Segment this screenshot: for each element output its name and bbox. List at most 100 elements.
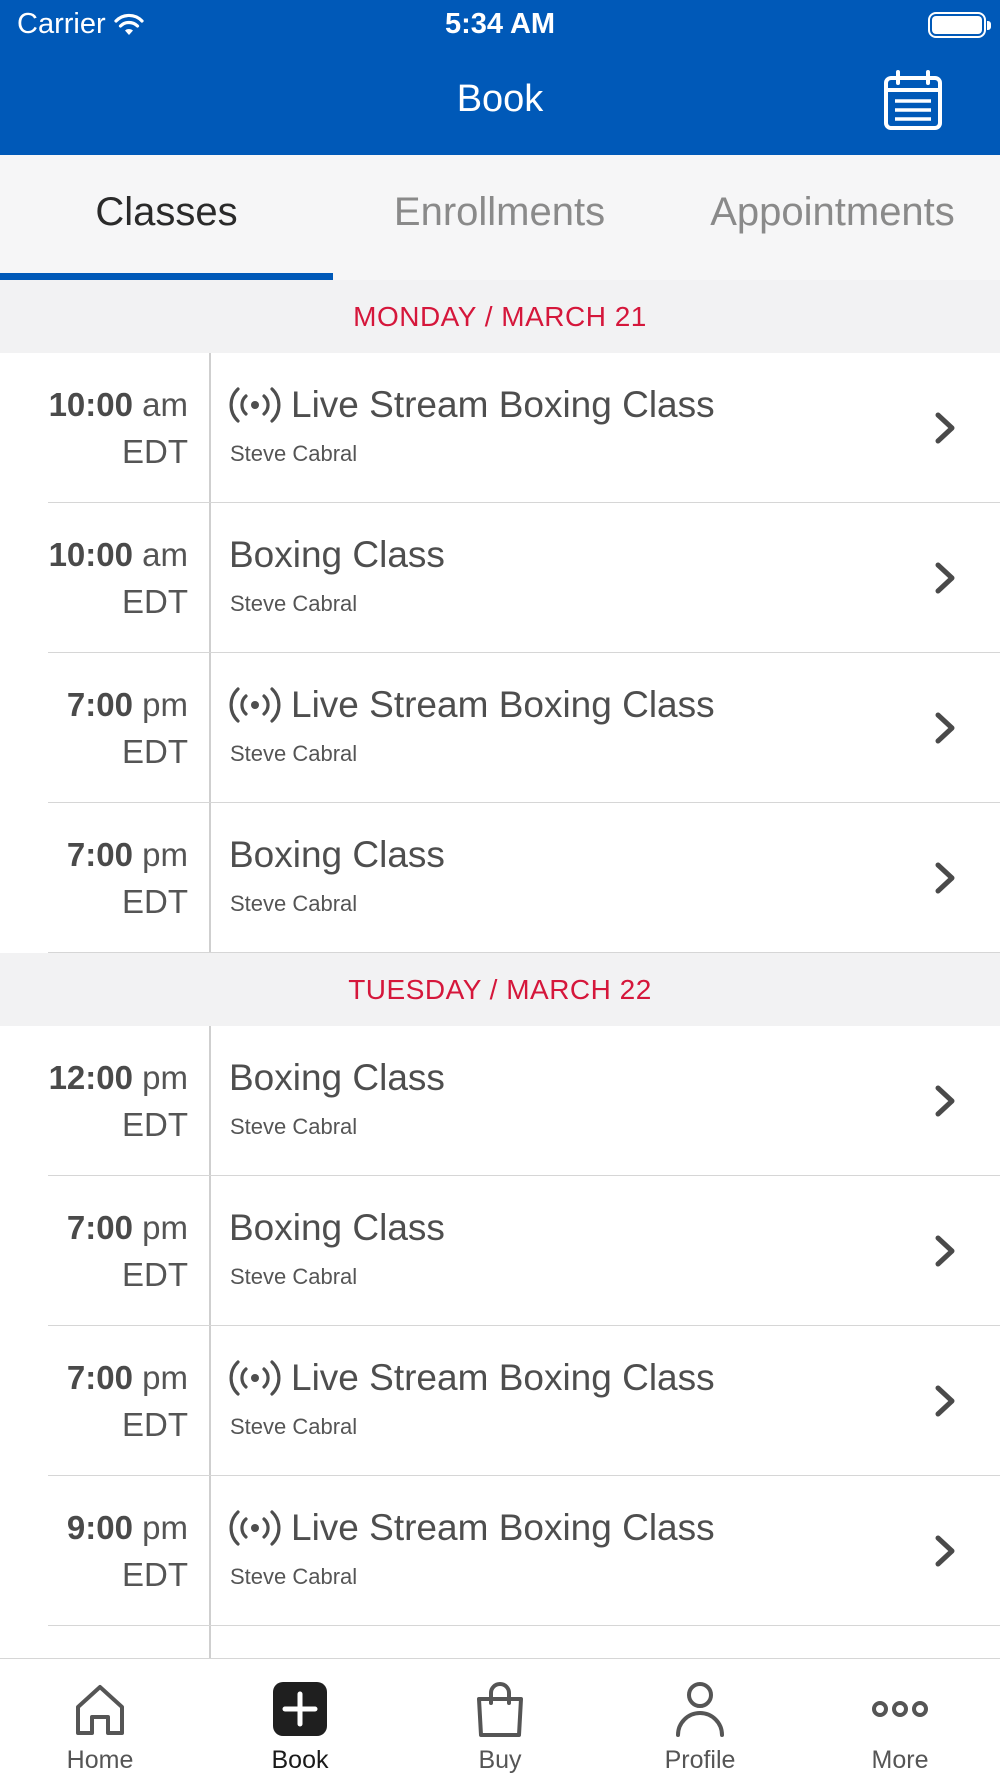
class-row[interactable]: 7:00 pm EDT Boxing Class Steve Cabral bbox=[0, 803, 1000, 953]
class-timezone: EDT bbox=[122, 1406, 188, 1443]
class-instructor: Steve Cabral bbox=[230, 591, 358, 616]
row-vertical-divider bbox=[209, 1026, 211, 1176]
class-row[interactable]: 9:00 pm EDT Live Stream Boxing Class Steve … bbox=[0, 1476, 1000, 1626]
live-stream-icon bbox=[229, 385, 281, 425]
tabbar-more-label: More bbox=[871, 1746, 929, 1774]
class-row[interactable]: 7:00 pm EDT Boxing Class Steve Cabral bbox=[0, 1176, 1000, 1326]
day-header: MONDAY / MARCH 21 bbox=[0, 280, 1000, 353]
status-clock: 5:34 AM bbox=[444, 8, 556, 40]
class-title: Boxing Class bbox=[229, 834, 445, 875]
tabbar-book-label: Book bbox=[271, 1746, 329, 1774]
class-title: Live Stream Boxing Class bbox=[291, 1357, 715, 1398]
chevron-right-icon bbox=[932, 561, 958, 595]
home-icon bbox=[76, 1685, 124, 1735]
live-stream-icon bbox=[229, 685, 281, 725]
day-header: TUESDAY / MARCH 22 bbox=[0, 953, 1000, 1026]
status-bar: Carrier 5:34 AM bbox=[0, 0, 1000, 50]
tabbar-home-label: Home bbox=[66, 1746, 134, 1774]
class-time-ampm: pm bbox=[142, 1359, 188, 1396]
chevron-right-icon bbox=[932, 861, 958, 895]
class-time-ampm: pm bbox=[142, 1209, 188, 1246]
bottom-tab-bar: Home Book Buy Profile More bbox=[0, 1658, 1000, 1778]
class-timezone: EDT bbox=[122, 1106, 188, 1143]
app-header: Carrier 5:34 AM Book bbox=[0, 0, 1000, 155]
chevron-right-icon bbox=[932, 1384, 958, 1418]
row-vertical-divider bbox=[209, 653, 211, 803]
segment-tabs: Classes Enrollments Appointments bbox=[0, 155, 1000, 280]
class-row[interactable]: 7:00 pm EDT Live Stream Boxing Class Steve … bbox=[0, 653, 1000, 803]
class-time: 7:00 pm bbox=[67, 1209, 188, 1247]
class-timezone: EDT bbox=[122, 433, 188, 470]
class-title: Live Stream Boxing Class bbox=[291, 1507, 715, 1548]
class-timezone: EDT bbox=[122, 1256, 188, 1293]
class-title: Live Stream Boxing Class bbox=[291, 684, 715, 725]
chevron-right-icon bbox=[932, 1234, 958, 1268]
class-title: Boxing Class bbox=[229, 1207, 445, 1248]
class-row[interactable]: 7:00 pm EDT Live Stream Boxing Class Steve … bbox=[0, 1326, 1000, 1476]
tabbar-buy-label: Buy bbox=[478, 1746, 522, 1774]
class-instructor: Steve Cabral bbox=[230, 1414, 358, 1439]
class-instructor: Steve Cabral bbox=[230, 1564, 358, 1589]
class-time-value: 12:00 bbox=[48, 1059, 133, 1096]
class-instructor: Steve Cabral bbox=[230, 1264, 358, 1289]
class-time-value: 7:00 bbox=[66, 1209, 133, 1246]
class-row[interactable]: 12:00 pm EDT Boxing Class Steve Cabral bbox=[0, 1026, 1000, 1176]
class-row[interactable]: 10:00 am EDT Boxing Class Steve Cabral bbox=[0, 503, 1000, 653]
calendar-list-icon[interactable] bbox=[883, 70, 943, 132]
chevron-right-icon bbox=[932, 1084, 958, 1118]
class-time-ampm: pm bbox=[142, 1059, 188, 1096]
tab-enrollments[interactable]: Enrollments bbox=[333, 155, 666, 280]
row-vertical-divider bbox=[209, 503, 211, 653]
chevron-right-icon bbox=[932, 1534, 958, 1568]
class-row[interactable]: 10:00 am EDT Live Stream Boxing Class Steve… bbox=[0, 353, 1000, 503]
class-timezone: EDT bbox=[122, 1556, 188, 1593]
class-time-value: 10:00 bbox=[48, 386, 133, 423]
class-title-wrap: Live Stream Boxing Class bbox=[229, 384, 715, 426]
tabbar-book[interactable]: Book bbox=[200, 1659, 400, 1778]
class-time-ampm: am bbox=[142, 536, 188, 573]
tab-classes[interactable]: Classes bbox=[0, 155, 333, 280]
row-vertical-divider bbox=[209, 1326, 211, 1476]
class-title: Live Stream Boxing Class bbox=[291, 384, 715, 425]
class-time: 7:00 pm bbox=[67, 1359, 188, 1397]
profile-icon bbox=[676, 1682, 724, 1737]
tabbar-home[interactable]: Home bbox=[0, 1659, 200, 1778]
more-icon bbox=[872, 1701, 928, 1717]
class-time-value: 10:00 bbox=[48, 536, 133, 573]
tabbar-buy[interactable]: Buy bbox=[400, 1659, 600, 1778]
class-timezone: EDT bbox=[122, 733, 188, 770]
tabbar-more[interactable]: More bbox=[800, 1659, 1000, 1778]
class-title-wrap: Boxing Class bbox=[229, 534, 445, 576]
class-title-wrap: Live Stream Boxing Class bbox=[229, 1357, 715, 1399]
class-title-wrap: Live Stream Boxing Class bbox=[229, 684, 715, 726]
class-timezone: EDT bbox=[122, 583, 188, 620]
class-time-ampm: pm bbox=[142, 686, 188, 723]
active-tab-indicator bbox=[0, 273, 333, 280]
class-time-value: 7:00 bbox=[66, 836, 133, 873]
tabbar-profile[interactable]: Profile bbox=[600, 1659, 800, 1778]
class-time-ampm: pm bbox=[142, 836, 188, 873]
live-stream-icon bbox=[229, 1358, 281, 1398]
class-title: Boxing Class bbox=[229, 1057, 445, 1098]
class-instructor: Steve Cabral bbox=[230, 891, 358, 916]
row-vertical-divider bbox=[209, 1176, 211, 1326]
class-time-ampm: pm bbox=[142, 1509, 188, 1546]
battery-icon bbox=[928, 12, 991, 38]
class-title-wrap: Boxing Class bbox=[229, 834, 445, 876]
class-time: 10:00 am bbox=[49, 386, 188, 424]
class-instructor: Steve Cabral bbox=[230, 741, 358, 766]
row-vertical-divider bbox=[209, 803, 211, 953]
class-title-wrap: Boxing Class bbox=[229, 1207, 445, 1249]
class-title-wrap: Live Stream Boxing Class bbox=[229, 1507, 715, 1549]
class-instructor: Steve Cabral bbox=[230, 1114, 358, 1139]
class-time: 9:00 pm bbox=[67, 1509, 188, 1547]
chevron-right-icon bbox=[932, 411, 958, 445]
tab-appointments[interactable]: Appointments bbox=[666, 155, 999, 280]
class-time-value: 9:00 bbox=[66, 1509, 133, 1546]
tabbar-profile-label: Profile bbox=[664, 1746, 736, 1774]
chevron-right-icon bbox=[932, 711, 958, 745]
row-vertical-divider bbox=[209, 353, 211, 503]
class-time: 7:00 pm bbox=[67, 836, 188, 874]
shopping-bag-icon bbox=[477, 1682, 523, 1737]
class-instructor: Steve Cabral bbox=[230, 441, 358, 466]
